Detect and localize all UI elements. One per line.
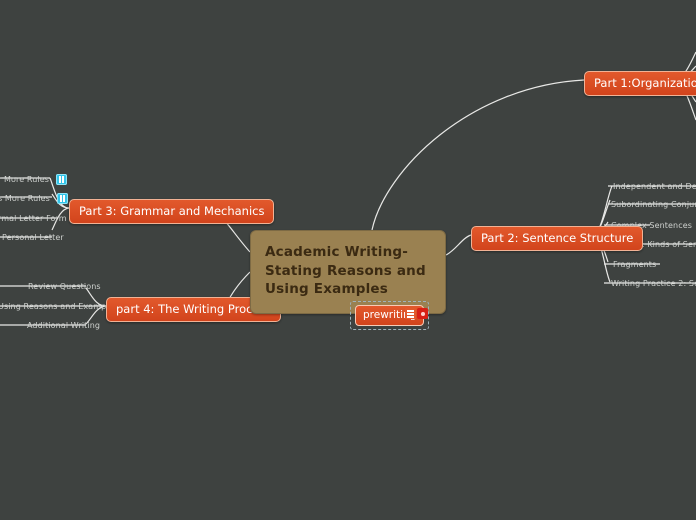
leaf-node-subordinating-conjunctions[interactable]: Subordinating Conjunctions bbox=[611, 200, 696, 209]
branch-node-part1[interactable]: Part 1:Organization bbox=[584, 71, 696, 96]
leaf-label: Independent and Dependent bbox=[613, 182, 696, 191]
branch-node-part3[interactable]: Part 3: Grammar and Mechanics bbox=[69, 199, 275, 224]
leaf-label: s More Rules bbox=[0, 194, 50, 203]
leaf-label: Additional Writing bbox=[27, 321, 101, 330]
leaf-node-more-rules-2[interactable]: s More Rules bbox=[0, 193, 68, 204]
record-icon[interactable] bbox=[417, 308, 428, 319]
branch-node-part1-label: Part 1:Organization bbox=[594, 76, 696, 90]
mindmap-canvas[interactable]: Academic Writing- Stating Reasons and Us… bbox=[0, 0, 696, 520]
notes-icon[interactable] bbox=[405, 308, 416, 319]
leaf-node-using-reasons-and-examples[interactable]: Using Reasons and Examples bbox=[0, 302, 118, 311]
attachment-icon[interactable] bbox=[55, 174, 67, 185]
branch-node-part3-label: Part 3: Grammar and Mechanics bbox=[79, 204, 265, 218]
leaf-label: rmal Letter Form bbox=[0, 214, 67, 223]
leaf-label: Fragments bbox=[613, 260, 657, 269]
leaf-node-additional-writing[interactable]: Additional Writing bbox=[27, 321, 100, 330]
leaf-node-more-rules-1[interactable]: r More Rules bbox=[0, 174, 67, 185]
branch-node-part2[interactable]: Part 2: Sentence Structure bbox=[471, 226, 644, 251]
branch-node-part4-label: part 4: The Writing Process bbox=[116, 302, 272, 316]
leaf-label: Writing Practice 2: Sentences bbox=[611, 279, 696, 288]
root-node-label: Academic Writing- Stating Reasons and Us… bbox=[265, 244, 426, 298]
branch-node-part2-label: Part 2: Sentence Structure bbox=[481, 231, 634, 245]
leaf-node-fragments[interactable]: Fragments bbox=[613, 260, 656, 269]
leaf-label: r More Rules bbox=[0, 175, 49, 184]
leaf-label: Review Questions bbox=[28, 282, 101, 291]
leaf-label: Using Reasons and Examples bbox=[0, 302, 118, 311]
attachment-icon[interactable] bbox=[56, 193, 68, 204]
leaf-node-review-questions[interactable]: Review Questions bbox=[28, 282, 101, 291]
leaf-node-formal-letter-form[interactable]: rmal Letter Form bbox=[0, 214, 67, 223]
leaf-node-independent-and-dependent[interactable]: Independent and Dependent bbox=[613, 182, 696, 191]
leaf-label: Subordinating Conjunctions bbox=[611, 200, 696, 209]
leaf-node-writing-practice-2-sentences[interactable]: Writing Practice 2: Sentences bbox=[611, 279, 696, 288]
leaf-node-personal-letter[interactable]: Personal Letter bbox=[2, 233, 64, 242]
leaf-label: Personal Letter bbox=[2, 233, 64, 242]
